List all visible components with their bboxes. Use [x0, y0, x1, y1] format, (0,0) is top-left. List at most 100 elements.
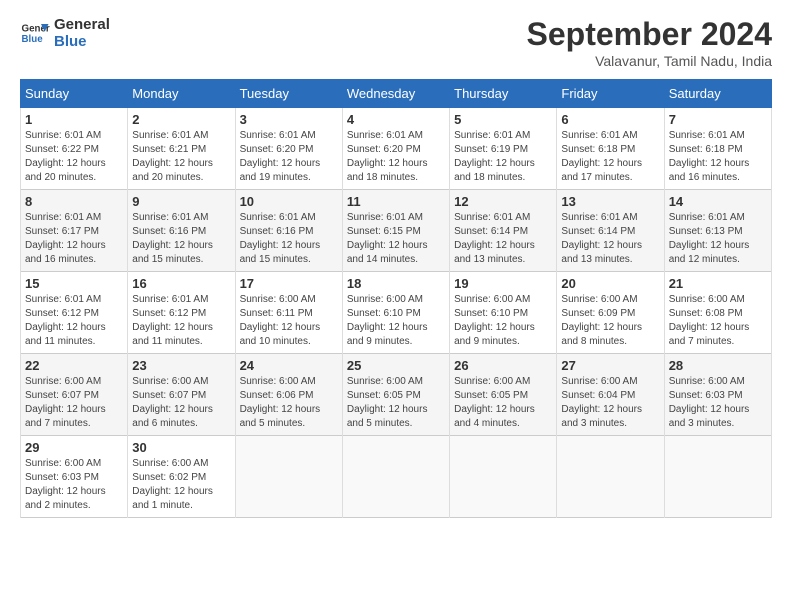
day-cell: 26 Sunrise: 6:00 AM Sunset: 6:05 PM Dayli…: [450, 354, 557, 436]
day-cell: 29 Sunrise: 6:00 AM Sunset: 6:03 PM Dayli…: [21, 436, 128, 518]
day-cell: 28 Sunrise: 6:00 AM Sunset: 6:03 PM Dayli…: [664, 354, 771, 436]
day-cell: 3 Sunrise: 6:01 AM Sunset: 6:20 PM Daylig…: [235, 108, 342, 190]
logo: General Blue General Blue: [20, 16, 110, 50]
day-info: Sunrise: 6:01 AM Sunset: 6:14 PM Dayligh…: [454, 211, 552, 267]
day-cell: 9Sunrise: 6:01 AM Sunset: 6:16 PM Daylig…: [128, 190, 235, 272]
day-number: 10: [240, 194, 338, 209]
header-sunday: Sunday: [21, 80, 128, 108]
day-cell: 13 Sunrise: 6:01 AM Sunset: 6:14 PM Dayli…: [557, 190, 664, 272]
day-number: 24: [240, 358, 338, 373]
header-saturday: Saturday: [664, 80, 771, 108]
day-info: Sunrise: 6:00 AM Sunset: 6:09 PM Dayligh…: [561, 293, 659, 349]
day-info: Sunrise: 6:00 AM Sunset: 6:06 PM Dayligh…: [240, 375, 338, 431]
day-number: 14: [669, 194, 767, 209]
day-number: 29: [25, 440, 123, 455]
day-cell: 2 Sunrise: 6:01 AM Sunset: 6:21 PM Daylig…: [128, 108, 235, 190]
day-cell: 10 Sunrise: 6:01 AM Sunset: 6:16 PM Dayli…: [235, 190, 342, 272]
day-cell: 23 Sunrise: 6:00 AM Sunset: 6:07 PM Dayli…: [128, 354, 235, 436]
day-info: Sunrise: 6:00 AM Sunset: 6:11 PM Dayligh…: [240, 293, 338, 349]
day-info: Sunrise: 6:00 AM Sunset: 6:07 PM Dayligh…: [25, 375, 123, 431]
day-cell: [450, 436, 557, 518]
day-info: Sunrise: 6:00 AM Sunset: 6:05 PM Dayligh…: [454, 375, 552, 431]
week-row: 8 Sunrise: 6:01 AM Sunset: 6:17 PM Daylig…: [21, 190, 772, 272]
day-cell: 12 Sunrise: 6:01 AM Sunset: 6:14 PM Dayli…: [450, 190, 557, 272]
header-row: SundayMondayTuesdayWednesdayThursdayFrid…: [21, 80, 772, 108]
day-info: Sunrise: 6:01 AM Sunset: 6:14 PM Dayligh…: [561, 211, 659, 267]
day-cell: 20 Sunrise: 6:00 AM Sunset: 6:09 PM Dayli…: [557, 272, 664, 354]
day-info: Sunrise: 6:01 AM Sunset: 6:21 PM Dayligh…: [132, 129, 230, 185]
day-number: 3: [240, 112, 338, 127]
day-info: Sunrise: 6:01 AM Sunset: 6:22 PM Dayligh…: [25, 129, 123, 185]
day-number: 19: [454, 276, 552, 291]
day-info: Sunrise: 6:00 AM Sunset: 6:10 PM Dayligh…: [347, 293, 445, 349]
header-thursday: Thursday: [450, 80, 557, 108]
day-info: Sunrise: 6:01 AM Sunset: 6:13 PM Dayligh…: [669, 211, 767, 267]
day-cell: 21 Sunrise: 6:00 AM Sunset: 6:08 PM Dayli…: [664, 272, 771, 354]
day-cell: 18 Sunrise: 6:00 AM Sunset: 6:10 PM Dayli…: [342, 272, 449, 354]
week-row: 15Sunrise: 6:01 AM Sunset: 6:12 PM Dayli…: [21, 272, 772, 354]
day-cell: 27Sunrise: 6:00 AM Sunset: 6:04 PM Dayli…: [557, 354, 664, 436]
header-friday: Friday: [557, 80, 664, 108]
day-cell: [664, 436, 771, 518]
week-row: 22 Sunrise: 6:00 AM Sunset: 6:07 PM Dayli…: [21, 354, 772, 436]
day-number: 2: [132, 112, 230, 127]
day-cell: 1 Sunrise: 6:01 AM Sunset: 6:22 PM Daylig…: [21, 108, 128, 190]
day-info: Sunrise: 6:01 AM Sunset: 6:20 PM Dayligh…: [347, 129, 445, 185]
day-cell: 8 Sunrise: 6:01 AM Sunset: 6:17 PM Daylig…: [21, 190, 128, 272]
calendar-table: SundayMondayTuesdayWednesdayThursdayFrid…: [20, 79, 772, 518]
day-cell: [557, 436, 664, 518]
day-info: Sunrise: 6:00 AM Sunset: 6:05 PM Dayligh…: [347, 375, 445, 431]
day-number: 26: [454, 358, 552, 373]
day-cell: 22 Sunrise: 6:00 AM Sunset: 6:07 PM Dayli…: [21, 354, 128, 436]
header-monday: Monday: [128, 80, 235, 108]
day-info: Sunrise: 6:00 AM Sunset: 6:03 PM Dayligh…: [669, 375, 767, 431]
day-number: 20: [561, 276, 659, 291]
day-cell: 7 Sunrise: 6:01 AM Sunset: 6:18 PM Daylig…: [664, 108, 771, 190]
day-cell: 5Sunrise: 6:01 AM Sunset: 6:19 PM Daylig…: [450, 108, 557, 190]
day-number: 5: [454, 112, 552, 127]
day-number: 11: [347, 194, 445, 209]
svg-text:Blue: Blue: [22, 34, 44, 45]
day-info: Sunrise: 6:00 AM Sunset: 6:07 PM Dayligh…: [132, 375, 230, 431]
day-cell: 14 Sunrise: 6:01 AM Sunset: 6:13 PM Dayli…: [664, 190, 771, 272]
day-number: 4: [347, 112, 445, 127]
day-number: 1: [25, 112, 123, 127]
day-number: 23: [132, 358, 230, 373]
day-number: 13: [561, 194, 659, 209]
day-number: 30: [132, 440, 230, 455]
day-info: Sunrise: 6:00 AM Sunset: 6:10 PM Dayligh…: [454, 293, 552, 349]
day-number: 18: [347, 276, 445, 291]
day-cell: [235, 436, 342, 518]
day-cell: 24 Sunrise: 6:00 AM Sunset: 6:06 PM Dayli…: [235, 354, 342, 436]
header-wednesday: Wednesday: [342, 80, 449, 108]
day-info: Sunrise: 6:00 AM Sunset: 6:03 PM Dayligh…: [25, 457, 123, 513]
day-cell: 19 Sunrise: 6:00 AM Sunset: 6:10 PM Dayli…: [450, 272, 557, 354]
day-info: Sunrise: 6:00 AM Sunset: 6:08 PM Dayligh…: [669, 293, 767, 349]
day-info: Sunrise: 6:01 AM Sunset: 6:17 PM Dayligh…: [25, 211, 123, 267]
day-number: 7: [669, 112, 767, 127]
day-info: Sunrise: 6:01 AM Sunset: 6:15 PM Dayligh…: [347, 211, 445, 267]
day-cell: 30Sunrise: 6:00 AM Sunset: 6:02 PM Dayli…: [128, 436, 235, 518]
day-info: Sunrise: 6:01 AM Sunset: 6:20 PM Dayligh…: [240, 129, 338, 185]
day-number: 12: [454, 194, 552, 209]
day-cell: [342, 436, 449, 518]
day-cell: 16 Sunrise: 6:01 AM Sunset: 6:12 PM Dayli…: [128, 272, 235, 354]
day-number: 8: [25, 194, 123, 209]
day-cell: 15Sunrise: 6:01 AM Sunset: 6:12 PM Dayli…: [21, 272, 128, 354]
logo-blue: Blue: [54, 33, 110, 50]
day-cell: 4 Sunrise: 6:01 AM Sunset: 6:20 PM Daylig…: [342, 108, 449, 190]
month-title: September 2024: [527, 16, 772, 53]
day-cell: 17 Sunrise: 6:00 AM Sunset: 6:11 PM Dayli…: [235, 272, 342, 354]
day-number: 17: [240, 276, 338, 291]
day-number: 22: [25, 358, 123, 373]
day-info: Sunrise: 6:01 AM Sunset: 6:18 PM Dayligh…: [669, 129, 767, 185]
day-info: Sunrise: 6:01 AM Sunset: 6:16 PM Dayligh…: [240, 211, 338, 267]
day-info: Sunrise: 6:01 AM Sunset: 6:12 PM Dayligh…: [132, 293, 230, 349]
day-info: Sunrise: 6:01 AM Sunset: 6:12 PM Dayligh…: [25, 293, 123, 349]
day-number: 16: [132, 276, 230, 291]
header: General Blue General Blue September 2024…: [20, 16, 772, 69]
day-info: Sunrise: 6:00 AM Sunset: 6:04 PM Dayligh…: [561, 375, 659, 431]
day-number: 21: [669, 276, 767, 291]
day-number: 6: [561, 112, 659, 127]
day-number: 28: [669, 358, 767, 373]
